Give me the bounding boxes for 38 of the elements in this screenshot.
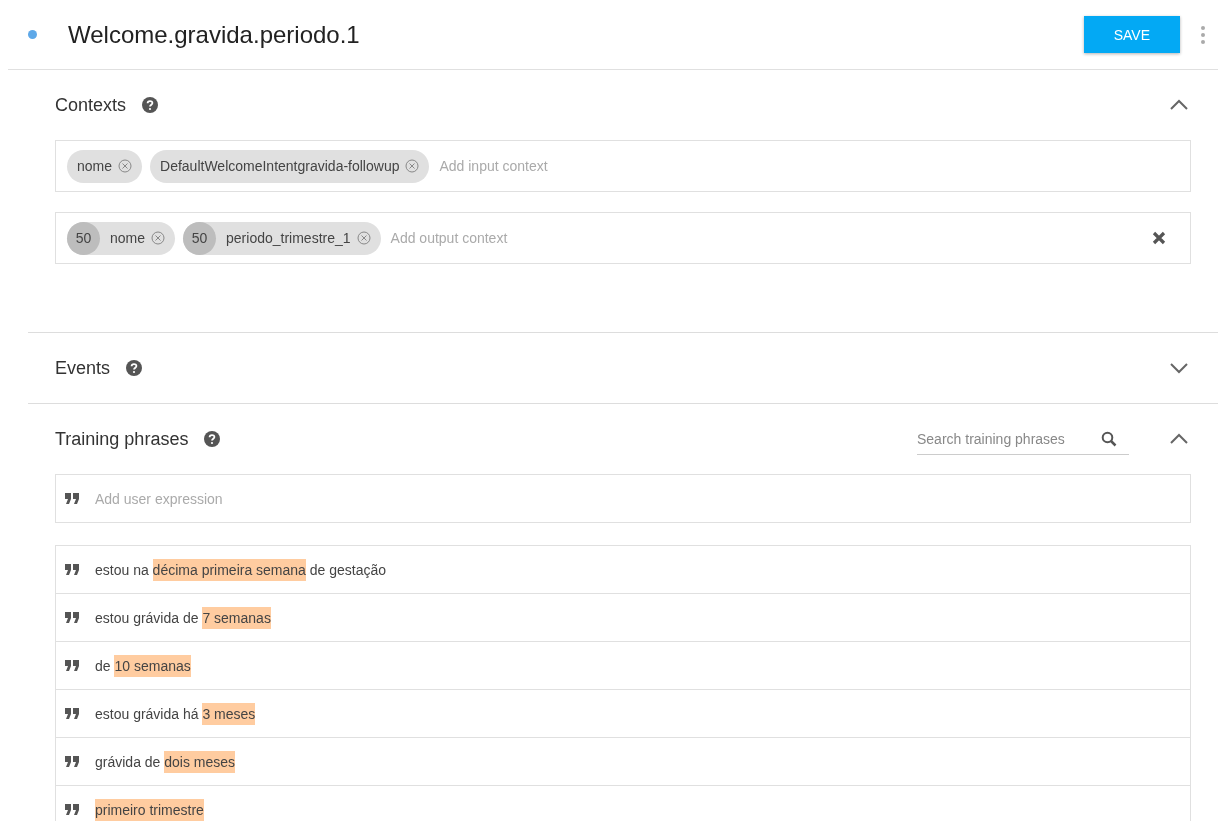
quote-icon	[65, 612, 79, 623]
training-phrase[interactable]: primeiro trimestre	[95, 801, 204, 818]
quote-icon	[65, 804, 79, 815]
output-context-field[interactable]: 50 nome 50 periodo_trimestre_1 Add output context	[55, 212, 1191, 264]
chevron-icon[interactable]	[1169, 362, 1189, 374]
intent-title: Welcome.gravida.periodo.1	[68, 20, 361, 49]
quote-icon	[65, 660, 79, 671]
remove-icon[interactable]	[405, 159, 420, 173]
close-icon[interactable]	[1152, 231, 1166, 245]
remove-icon[interactable]	[151, 231, 166, 245]
lifespan-badge: 50	[183, 221, 217, 255]
user-expression-field[interactable]: Add user expression	[55, 474, 1191, 523]
chevron-icon[interactable]	[1169, 433, 1189, 445]
input-context-field[interactable]: nome DefaultWelcomeIntentgravida-followup Add input context	[55, 140, 1191, 192]
help-icon[interactable]	[204, 431, 221, 447]
help-icon[interactable]	[126, 360, 143, 376]
section-title: Contexts	[55, 94, 127, 116]
context-chip[interactable]: 50 periodo_trimestre_1	[183, 221, 381, 255]
quote-icon	[65, 756, 79, 767]
search-field[interactable]: Search training phrases	[917, 423, 1129, 455]
context-chip[interactable]: 50 nome	[67, 221, 176, 255]
help-icon[interactable]	[142, 97, 159, 113]
quote-icon	[65, 708, 79, 719]
quote-icon	[65, 493, 79, 504]
output-placeholder: Add output context	[390, 230, 508, 246]
section-title: Training phrases	[55, 428, 189, 450]
training-phrase[interactable]: estou grávida há 3 meses	[95, 705, 256, 722]
search-icon[interactable]	[1101, 431, 1117, 447]
chevron-icon[interactable]	[1169, 99, 1189, 111]
status-dot-icon	[28, 30, 37, 39]
input-placeholder: Add input context	[439, 158, 548, 174]
context-chip[interactable]: nome	[67, 149, 143, 183]
lifespan-badge: 50	[67, 221, 100, 255]
remove-icon[interactable]	[356, 231, 371, 245]
section-title: Events	[55, 357, 111, 379]
context-chip[interactable]: DefaultWelcomeIntentgravida-followup	[150, 149, 430, 183]
quote-icon	[65, 564, 79, 575]
remove-icon[interactable]	[118, 159, 133, 173]
